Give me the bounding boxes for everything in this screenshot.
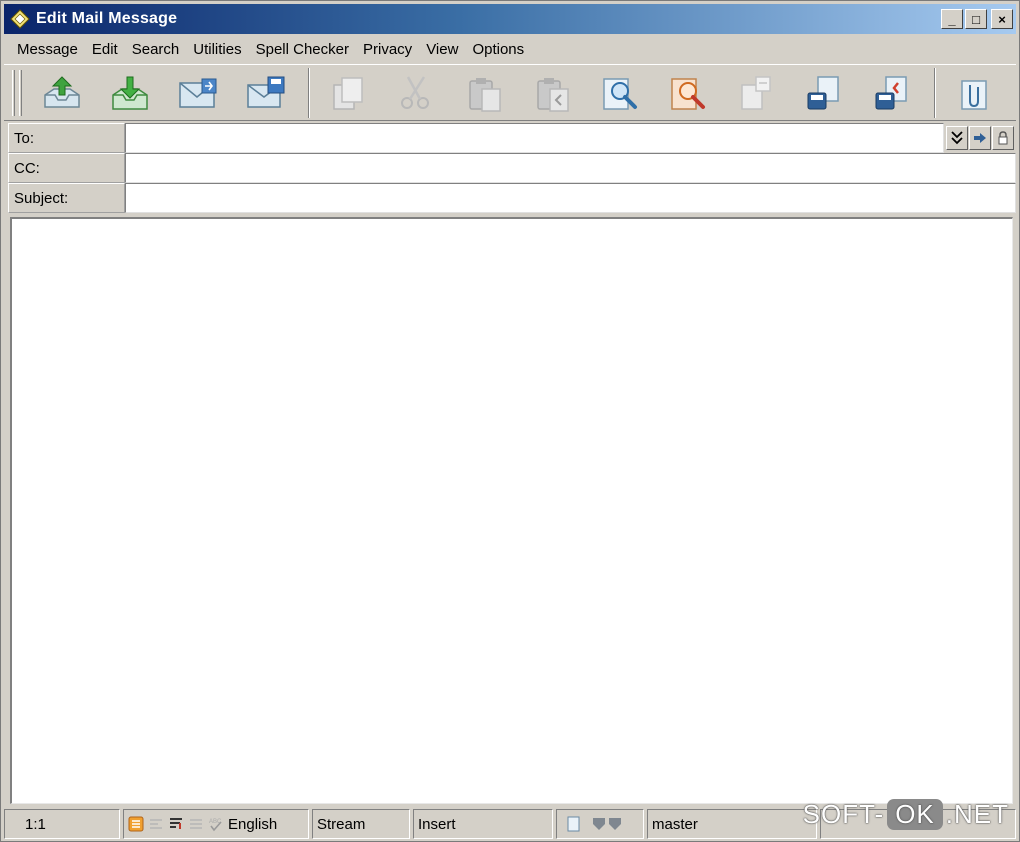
- insert-file-icon: [741, 75, 771, 110]
- watermark-left: SOFT-: [802, 799, 885, 829]
- expand-recipients-button[interactable]: [946, 126, 968, 150]
- menu-spell-checker[interactable]: Spell Checker: [249, 41, 356, 58]
- toolbar-separator: [933, 67, 936, 118]
- toolbar-separator: [307, 67, 310, 118]
- transport-panel: [556, 809, 644, 839]
- menu-search[interactable]: Search: [125, 41, 187, 58]
- menu-bar: Message Edit Search Utilities Spell Chec…: [4, 36, 1016, 62]
- double-chevron-down-icon: [951, 131, 963, 145]
- send-now-button[interactable]: [36, 68, 88, 118]
- subject-field[interactable]: [125, 183, 1016, 213]
- mail-clock-icon: [179, 78, 217, 108]
- document-icon: [567, 816, 580, 832]
- insert-file-button[interactable]: [730, 68, 782, 118]
- find-replace-button[interactable]: [662, 68, 714, 118]
- maximize-button[interactable]: □: [965, 9, 987, 29]
- paste-button[interactable]: [458, 68, 510, 118]
- message-body-editor[interactable]: [10, 217, 1013, 804]
- save-disk-icon: [807, 75, 839, 109]
- copy-icon: [333, 76, 363, 110]
- resolve-address-button[interactable]: [969, 126, 991, 150]
- mail-save-icon: [247, 76, 285, 108]
- cc-field[interactable]: [125, 153, 1016, 183]
- window-title: Edit Mail Message: [36, 10, 178, 27]
- copy-button[interactable]: [322, 68, 374, 118]
- cc-label: CC:: [8, 153, 125, 183]
- address-book-button[interactable]: [992, 126, 1014, 150]
- send-later-button[interactable]: [172, 68, 224, 118]
- text-format-icon: [128, 816, 144, 832]
- menu-options[interactable]: Options: [465, 41, 531, 58]
- menu-edit[interactable]: Edit: [85, 41, 125, 58]
- mode-panel: Insert: [413, 809, 553, 839]
- paste-quote-icon: [537, 77, 569, 112]
- find-button[interactable]: [594, 68, 646, 118]
- spellcheck-icon: ABC: [209, 819, 222, 832]
- send-receive-icon: [593, 818, 621, 830]
- watermark-box: OK: [887, 799, 943, 830]
- to-label: To:: [8, 123, 125, 153]
- edit-mail-window: Edit Mail Message _ □ × Message Edit Sea…: [0, 0, 1020, 842]
- to-tools: [944, 123, 1016, 153]
- save-draft-button[interactable]: [240, 68, 292, 118]
- watermark-right: .NET: [945, 799, 1009, 829]
- to-row: To:: [8, 123, 1016, 153]
- attach-disk-icon: [875, 75, 907, 109]
- lock-icon: [998, 131, 1008, 145]
- toolbar-grip[interactable]: [12, 69, 15, 116]
- outbox-upload-icon: [44, 75, 80, 108]
- menu-utilities[interactable]: Utilities: [186, 41, 248, 58]
- close-button[interactable]: ×: [991, 9, 1013, 29]
- cursor-position: 1:1: [4, 809, 120, 839]
- arrow-right-icon: [974, 133, 986, 143]
- menu-view[interactable]: View: [419, 41, 465, 58]
- window-controls: _ □ ×: [941, 9, 1013, 29]
- language-label: English: [228, 815, 278, 833]
- paperclip-doc-icon: [961, 79, 987, 110]
- minimize-button[interactable]: _: [941, 9, 963, 29]
- cc-row: CC:: [8, 153, 1016, 183]
- subject-label: Subject:: [8, 183, 125, 213]
- to-field[interactable]: [125, 123, 944, 153]
- queue-message-button[interactable]: [104, 68, 156, 118]
- inbox-download-icon: [112, 76, 148, 110]
- save-to-disk-button[interactable]: [798, 68, 850, 118]
- lines-icon: [190, 819, 202, 829]
- format-panel: ABC English: [123, 809, 309, 839]
- toolbar-grip[interactable]: [18, 69, 22, 116]
- find-replace-icon: [671, 77, 705, 110]
- attachment-button[interactable]: [948, 68, 1000, 118]
- cut-button[interactable]: [390, 68, 442, 118]
- wrap-icon: [150, 819, 162, 829]
- title-bar[interactable]: Edit Mail Message _ □ ×: [4, 4, 1016, 34]
- menu-message[interactable]: Message: [10, 41, 85, 58]
- menu-privacy[interactable]: Privacy: [356, 41, 419, 58]
- toolbar: [4, 64, 1016, 121]
- watermark: SOFT- OK .NET: [803, 799, 1009, 830]
- find-icon: [603, 77, 637, 110]
- paste-icon: [469, 77, 501, 112]
- attach-from-disk-button[interactable]: [866, 68, 918, 118]
- word-wrap-icon: [170, 818, 182, 829]
- mail-edit-icon: [10, 9, 30, 29]
- scissors-icon: [400, 75, 429, 109]
- paste-quoted-button[interactable]: [526, 68, 578, 118]
- account-panel: master: [647, 809, 817, 839]
- encoding-panel: Stream: [312, 809, 410, 839]
- subject-row: Subject:: [8, 183, 1016, 213]
